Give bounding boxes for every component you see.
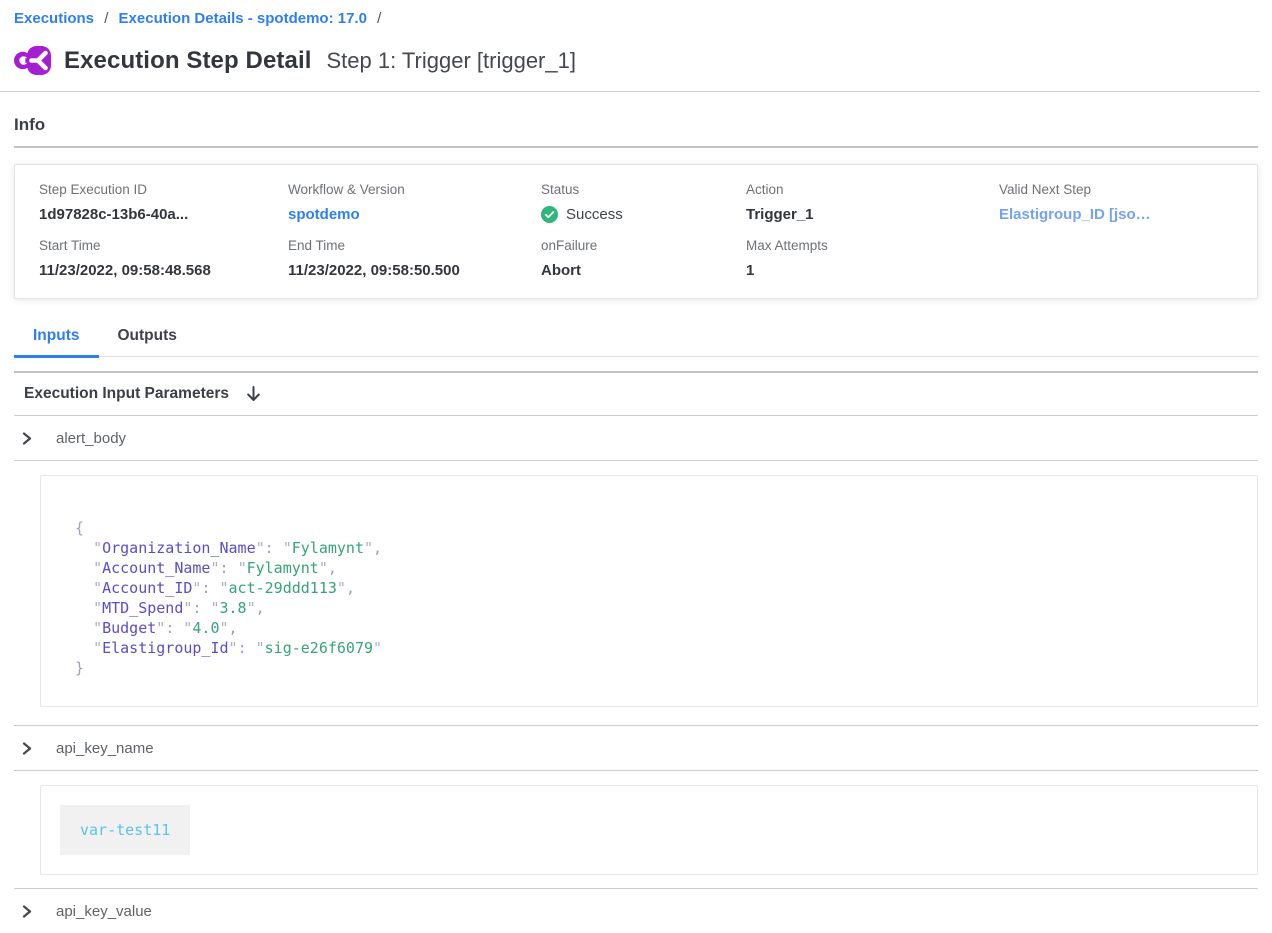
field-value: 11/23/2022, 09:58:48.568 [39, 262, 288, 279]
api-key-name-value-panel: var-test11 [40, 785, 1258, 875]
field-label: onFailure [541, 238, 746, 253]
field-value: 11/23/2022, 09:58:50.500 [288, 262, 541, 279]
info-section-heading: Info [14, 115, 1258, 135]
status-badge: Success [541, 206, 746, 223]
field-status: Status Success [541, 182, 746, 223]
execution-input-parameters-heading: Execution Input Parameters [24, 385, 229, 403]
field-value: 1d97828c-13b6-40a... [39, 206, 288, 223]
field-empty [999, 238, 1257, 279]
next-step-link[interactable]: Elastigroup_ID [jso… [999, 206, 1257, 223]
field-label: Workflow & Version [288, 182, 541, 197]
param-row-alert-body[interactable]: alert_body [14, 416, 1258, 460]
param-row-api-key-value[interactable]: api_key_value [14, 889, 1258, 933]
field-value: Abort [541, 262, 746, 279]
status-text: Success [566, 206, 623, 223]
info-card: Step Execution ID 1d97828c-13b6-40a... W… [14, 164, 1258, 299]
section-divider [14, 770, 1258, 771]
field-label: Action [746, 182, 999, 197]
param-row-api-key-name[interactable]: api_key_name [14, 726, 1258, 770]
fylamynt-logo-icon [14, 45, 51, 76]
execution-step-detail-page: Executions / Execution Details - spotdem… [0, 0, 1272, 933]
success-check-icon [541, 206, 558, 223]
field-label: End Time [288, 238, 541, 253]
field-label: Max Attempts [746, 238, 999, 253]
chevron-right-icon [21, 432, 33, 445]
field-workflow-version: Workflow & Version spotdemo [288, 182, 541, 223]
param-name: api_key_name [56, 740, 154, 757]
page-header: Execution Step Detail Step 1: Trigger [t… [14, 45, 1258, 76]
breadcrumb-separator: / [104, 10, 108, 27]
execution-input-parameters-header: Execution Input Parameters [14, 373, 1258, 415]
param-name: alert_body [56, 430, 126, 447]
field-label: Start Time [39, 238, 288, 253]
field-valid-next-step: Valid Next Step Elastigroup_ID [jso… [999, 182, 1257, 223]
breadcrumb-link-executions[interactable]: Executions [14, 10, 94, 27]
breadcrumb-link-execution-details[interactable]: Execution Details - spotdemo: 17.0 [119, 10, 367, 27]
workflow-link[interactable]: spotdemo [288, 206, 541, 223]
alert-body-json-panel: { "Organization_Name": "Fylamynt", "Acco… [40, 475, 1258, 707]
section-divider [14, 460, 1258, 461]
json-code: { "Organization_Name": "Fylamynt", "Acco… [75, 518, 1227, 678]
tab-bar: Inputs Outputs [14, 318, 1258, 357]
field-end-time: End Time 11/23/2022, 09:58:50.500 [288, 238, 541, 279]
field-action: Action Trigger_1 [746, 182, 999, 223]
breadcrumb-separator: / [377, 10, 381, 27]
field-value: 1 [746, 262, 999, 279]
arrow-down-icon[interactable] [246, 386, 261, 402]
header-divider [0, 91, 1260, 92]
page-title: Execution Step Detail [64, 47, 312, 75]
api-key-name-value: var-test11 [60, 805, 190, 855]
tab-outputs[interactable]: Outputs [99, 318, 196, 356]
field-step-execution-id: Step Execution ID 1d97828c-13b6-40a... [39, 182, 288, 223]
chevron-right-icon [21, 905, 33, 918]
tab-inputs[interactable]: Inputs [14, 318, 99, 358]
field-label: Status [541, 182, 746, 197]
field-max-attempts: Max Attempts 1 [746, 238, 999, 279]
page-subtitle: Step 1: Trigger [trigger_1] [327, 48, 576, 74]
field-label: Valid Next Step [999, 182, 1257, 197]
field-on-failure: onFailure Abort [541, 238, 746, 279]
param-name: api_key_value [56, 903, 152, 920]
chevron-right-icon [21, 742, 33, 755]
field-label: Step Execution ID [39, 182, 288, 197]
info-heading-divider [14, 146, 1258, 148]
field-value: Trigger_1 [746, 206, 999, 223]
breadcrumb: Executions / Execution Details - spotdem… [14, 0, 1258, 28]
info-grid: Step Execution ID 1d97828c-13b6-40a... W… [39, 182, 1257, 279]
field-start-time: Start Time 11/23/2022, 09:58:48.568 [39, 238, 288, 279]
